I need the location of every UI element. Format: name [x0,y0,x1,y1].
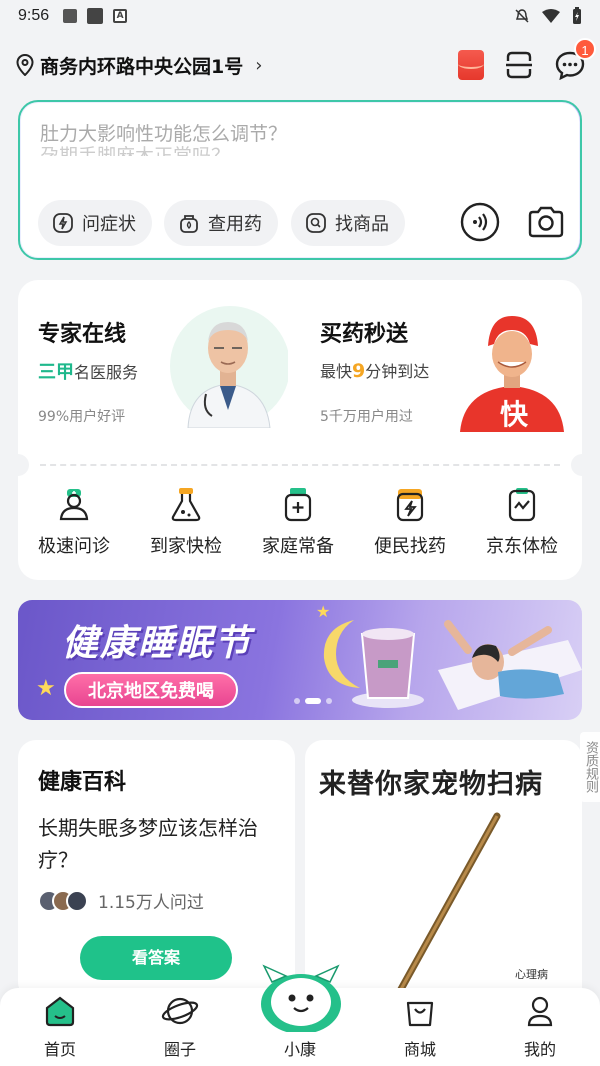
promo-banner[interactable]: 健康睡眠节 北京地区免费喝 ★ ★ [18,600,582,720]
gallery-icon [63,9,78,23]
red-packet-icon[interactable] [458,50,484,80]
chip-label: 问症状 [82,214,136,235]
health-wiki-card[interactable]: 健康百科 长期失眠多梦应该怎样治疗？ 1.15万人问过 看答案 [18,740,295,1000]
divider [40,464,560,466]
banner-pill: 北京地区免费喝 [64,672,238,708]
expert-online-section[interactable]: 专家在线 三甲名医服务 99%用户好评 [18,280,300,460]
tab-circle[interactable]: 圈子 [130,994,230,1064]
pet-promo-card[interactable]: 来替你家宠物扫病 心理病 [305,740,582,1010]
mute-icon [515,9,529,23]
camera-icon[interactable] [526,202,566,242]
expert-rating: 99%用户好评 [38,409,126,425]
medicine-icon [180,215,198,233]
message-button[interactable]: 1 [554,38,596,81]
asker-avatars [38,890,88,912]
quick-find-medicine[interactable]: 便民找药 [354,486,466,566]
profile-icon [527,996,553,1027]
service-card: 专家在线 三甲名医服务 99%用户好评 买药秒送 最快9分钟到达 5千万用户用过… [18,280,582,580]
planet-icon [161,997,199,1025]
chip-label: 找商品 [335,214,389,235]
see-answer-button[interactable]: 看答案 [80,936,232,980]
shopping-bag-icon [406,1001,434,1027]
expert-subtitle: 三甲名医服务 [38,362,139,383]
wifi-icon [542,9,560,23]
medicine-bottle-icon [284,488,312,522]
quick-home-test[interactable]: 到家快检 [130,486,242,566]
drink-cup-illustration [352,628,424,708]
delivery-users: 5千万用户用过 [320,409,413,425]
mascot-icon[interactable] [256,962,346,1032]
pet-title: 来替你家宠物扫病 [319,769,543,800]
doctor-consult-icon [59,489,89,521]
tab-home[interactable]: 首页 [10,994,110,1064]
search-placeholder[interactable]: 肚力大影响性功能怎么调节？ [40,120,287,148]
wiki-question[interactable]: 长期失眠多梦应该怎样治疗？ [38,812,278,876]
battery-icon [573,7,581,24]
delivery-subtitle: 最快9分钟到达 [320,360,430,382]
tab-mine[interactable]: 我的 [490,994,590,1064]
voice-input-icon[interactable] [460,202,500,242]
product-search-icon [306,213,326,233]
flask-icon [171,488,201,522]
banner-title: 健康睡眠节 [62,623,253,664]
delivery-title: 买药秒送 [320,316,408,348]
pet-mini-label: 心理病 [515,968,548,981]
tab-mall[interactable]: 商城 [370,994,470,1064]
location-bar[interactable]: 商务内环路中央公园1号 › 1 [16,38,596,82]
location-address[interactable]: 商务内环路中央公园1号 [40,52,243,79]
status-time: 9:56 [18,7,50,24]
avatar [66,890,88,912]
quick-consult[interactable]: 极速问诊 [18,486,130,566]
wiki-title: 健康百科 [38,764,126,796]
quick-health-check[interactable]: 京东体检 [466,486,578,566]
chip-symptom[interactable]: 问症状 [38,200,152,246]
accessibility-icon: A [113,9,128,23]
chip-label: 查用药 [208,214,262,235]
home-icon [45,996,75,1027]
sleeping-woman-illustration [438,620,582,710]
chip-product[interactable]: 找商品 [291,200,405,246]
search-placeholder-next: 孕期手脚麻木正常吗？ [40,146,230,156]
location-pin-icon [16,54,34,76]
pill-box-icon [396,489,424,522]
chip-medicine[interactable]: 查用药 [164,200,278,246]
carousel-indicator [294,698,332,704]
courier-illustration: 快 [460,316,564,432]
quick-family-stock[interactable]: 家庭常备 [242,486,354,566]
qualification-rules-tag[interactable]: 资质规则 [580,732,600,802]
message-badge: 1 [574,38,596,60]
expert-title: 专家在线 [38,316,126,348]
health-check-icon [508,488,536,522]
star-icon: ★ [36,676,56,701]
scan-icon[interactable] [504,50,534,80]
status-bar: 9:56 A [0,0,600,32]
svg-text:快: 快 [500,398,529,431]
search-box[interactable]: 肚力大影响性功能怎么调节？ 孕期手脚麻木正常吗？ 问症状 查用药 找商品 [18,100,582,260]
symptom-icon [53,213,73,233]
chevron-right-icon[interactable]: › [255,55,262,76]
doctor-illustration [170,306,288,428]
app-notification-icon [87,8,104,24]
broom-illustration [377,812,501,1010]
askers-count: 1.15万人问过 [98,893,204,913]
